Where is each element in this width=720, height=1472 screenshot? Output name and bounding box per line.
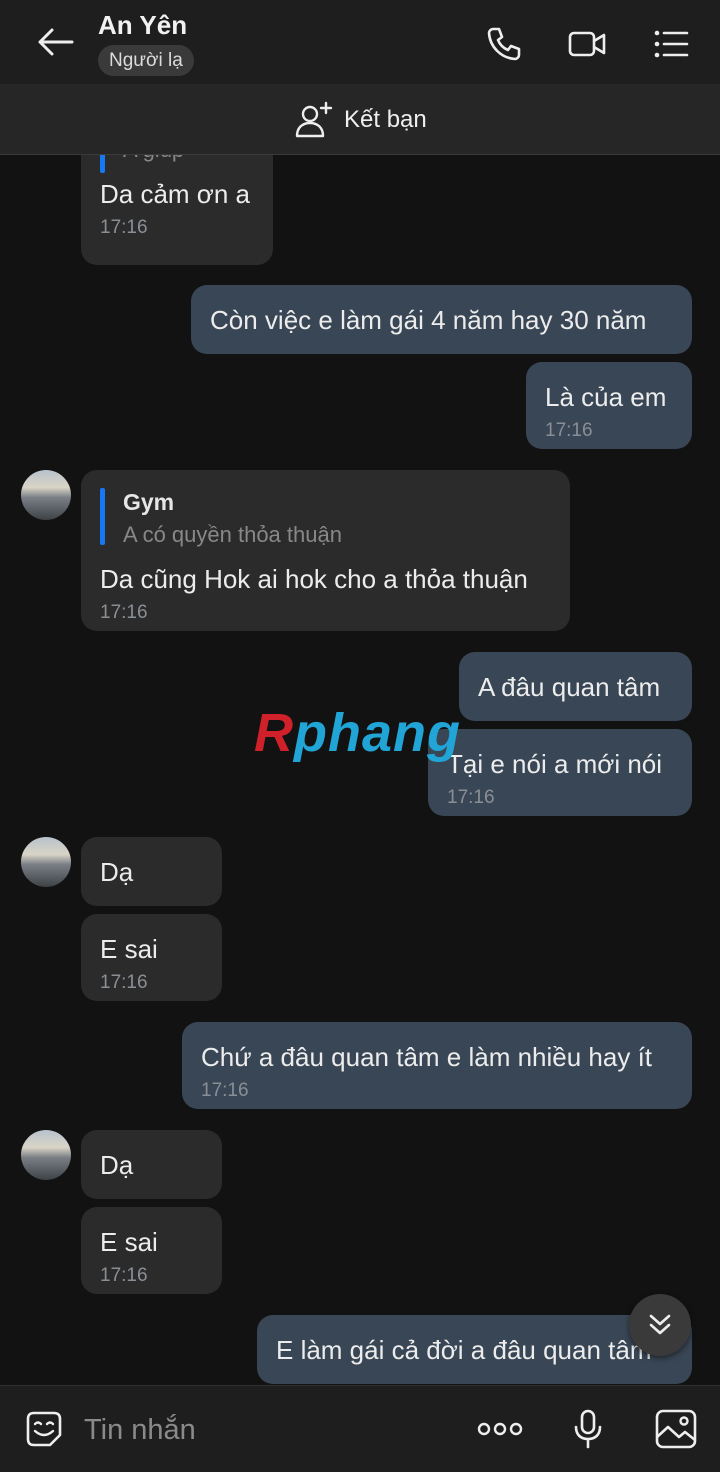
message-text: Da cũng Hok ai hok cho a thỏa thuận bbox=[100, 564, 528, 594]
more-options-icon[interactable] bbox=[476, 1407, 524, 1451]
message-time: 17:16 bbox=[545, 420, 593, 441]
back-arrow-icon[interactable] bbox=[34, 22, 78, 62]
contact-avatar[interactable] bbox=[21, 837, 71, 887]
quote-bar bbox=[100, 155, 105, 173]
microphone-icon[interactable] bbox=[566, 1407, 610, 1451]
message-text: Dạ bbox=[100, 857, 134, 887]
quoted-sender: Gym bbox=[123, 489, 175, 515]
contact-avatar[interactable] bbox=[21, 1130, 71, 1180]
add-friend-label: Kết bạn bbox=[344, 106, 427, 133]
add-friend-button[interactable]: Kết bạn bbox=[294, 98, 427, 142]
message-list[interactable]: A giúp Da cảm ơn a 17:16 Còn việc e làm … bbox=[0, 155, 720, 1385]
add-friend-icon bbox=[295, 101, 333, 138]
message-bubble-incoming[interactable]: E sai 17:16 bbox=[81, 914, 222, 1001]
message-input-bar bbox=[0, 1385, 720, 1472]
add-friend-bar: Kết bạn bbox=[0, 84, 720, 155]
message-bubble-outgoing[interactable]: E làm gái cả đời a đâu quan tâm bbox=[257, 1315, 692, 1384]
quoted-text: A giúp bbox=[123, 155, 184, 163]
message-text: A đâu quan tâm bbox=[478, 672, 661, 702]
message-bubble-outgoing[interactable]: Tại e nói a mới nói 17:16 bbox=[428, 729, 692, 816]
stranger-badge: Người lạ bbox=[98, 45, 194, 76]
sticker-icon[interactable] bbox=[22, 1407, 66, 1451]
message-input[interactable] bbox=[82, 1406, 446, 1454]
message-time: 17:16 bbox=[100, 972, 148, 993]
message-bubble-outgoing[interactable]: Còn việc e làm gái 4 năm hay 30 năm bbox=[191, 285, 692, 354]
message-time: 17:16 bbox=[447, 787, 495, 808]
message-time: 17:16 bbox=[100, 1265, 148, 1286]
message-text: Là của em bbox=[545, 382, 667, 412]
message-text: E làm gái cả đời a đâu quan tâm bbox=[276, 1335, 652, 1365]
message-text: E sai bbox=[100, 934, 158, 964]
message-text: Chứ a đâu quan tâm e làm nhiều hay ít bbox=[201, 1042, 653, 1072]
menu-list-icon[interactable] bbox=[651, 24, 691, 64]
message-bubble-outgoing[interactable]: Là của em 17:16 bbox=[526, 362, 692, 449]
phone-icon[interactable] bbox=[484, 24, 524, 64]
message-bubble-incoming[interactable]: E sai 17:16 bbox=[81, 1207, 222, 1294]
message-bubble-incoming[interactable]: Dạ bbox=[81, 1130, 222, 1199]
message-bubble-outgoing[interactable]: Chứ a đâu quan tâm e làm nhiều hay ít 17… bbox=[182, 1022, 692, 1109]
scroll-to-bottom-button[interactable] bbox=[629, 1294, 691, 1356]
contact-avatar[interactable] bbox=[21, 470, 71, 520]
double-chevron-down-icon bbox=[649, 1314, 671, 1335]
message-bubble-incoming[interactable]: Dạ bbox=[81, 837, 222, 906]
message-text: Dạ bbox=[100, 1150, 134, 1180]
message-time: 17:16 bbox=[100, 217, 148, 238]
quote-bar bbox=[100, 488, 105, 545]
chat-header: An Yên Người lạ bbox=[0, 0, 720, 84]
contact-name[interactable]: An Yên bbox=[98, 10, 187, 41]
message-bubble-incoming[interactable]: Gym A có quyền thỏa thuận Da cũng Hok ai… bbox=[81, 470, 570, 631]
image-gallery-icon[interactable] bbox=[654, 1407, 698, 1451]
message-text: E sai bbox=[100, 1227, 158, 1257]
video-call-icon[interactable] bbox=[567, 24, 607, 64]
message-time: 17:16 bbox=[100, 602, 148, 623]
message-text: Tại e nói a mới nói bbox=[447, 749, 663, 779]
message-bubble-incoming[interactable]: A giúp Da cảm ơn a 17:16 bbox=[81, 155, 273, 265]
message-text: Còn việc e làm gái 4 năm hay 30 năm bbox=[210, 305, 647, 335]
message-time: 17:16 bbox=[201, 1080, 249, 1101]
message-text: Da cảm ơn a bbox=[100, 179, 250, 209]
quoted-text: A có quyền thỏa thuận bbox=[123, 522, 342, 547]
message-bubble-outgoing[interactable]: A đâu quan tâm bbox=[459, 652, 692, 721]
